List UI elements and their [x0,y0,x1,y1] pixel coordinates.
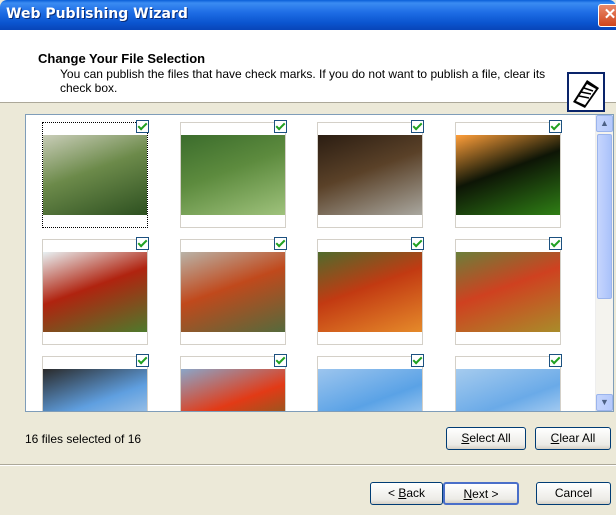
thumbnail-frame [42,239,148,345]
file-thumbnail[interactable] [180,237,287,345]
file-checkbox[interactable] [274,120,287,133]
file-checkbox[interactable] [549,237,562,250]
file-checkbox[interactable] [411,120,424,133]
file-checkbox[interactable] [411,237,424,250]
select-all-button[interactable]: Select All [446,427,526,450]
thumbnail-frame [180,122,286,228]
back-arrow-label: < [387,486,399,500]
title-bar[interactable]: Web Publishing Wizard ✕ [0,0,616,30]
file-checkbox[interactable] [136,354,149,367]
scroll-up-button[interactable]: ▲ [596,115,613,132]
thumbnail-frame [42,122,148,228]
back-label: ack [406,486,426,500]
thumbnail-frame [455,122,561,228]
select-all-label: elect All [469,431,511,445]
file-thumbnail[interactable] [455,237,562,345]
selection-status: 16 files selected of 16 [25,432,142,446]
thumbnail-grid [26,115,594,411]
file-thumbnail-list[interactable]: ▲ ▼ [25,114,614,412]
file-thumbnail[interactable] [317,354,424,411]
clear-all-button[interactable]: Clear All [535,427,611,450]
thumbnail-frame [180,239,286,345]
file-thumbnail[interactable] [42,354,149,411]
photo-autumn-temple-path [181,252,285,332]
thumbnail-frame [180,356,286,411]
page-description: You can publish the files that have chec… [60,67,546,95]
file-checkbox[interactable] [549,354,562,367]
web-publishing-icon [567,72,605,112]
photo-garden-pond-pavilion [181,135,285,215]
photo-autumn-foliage [318,252,422,332]
file-checkbox[interactable] [274,237,287,250]
photo-sky-clouds-2 [456,369,560,411]
file-checkbox[interactable] [411,354,424,367]
file-checkbox[interactable] [274,354,287,367]
photo-castle-blue-sky [43,369,147,411]
file-thumbnail[interactable] [317,120,424,228]
file-thumbnail[interactable] [317,237,424,345]
next-mnemonic: N [463,487,473,501]
thumbnail-frame [455,239,561,345]
next-label: ext > [472,487,499,501]
thumbnail-frame [317,239,423,345]
scrollbar-thumb[interactable] [597,134,612,299]
file-thumbnail[interactable] [180,354,287,411]
thumbnail-frame [42,356,148,411]
next-button[interactable]: Next > [443,482,519,505]
photo-pine-tree-garden [43,135,147,215]
wizard-header: Change Your File Selection You can publi… [0,30,616,112]
cancel-button[interactable]: Cancel [536,482,611,505]
vertical-scrollbar[interactable]: ▲ ▼ [595,115,613,411]
photo-night-park-lights [456,135,560,215]
back-button[interactable]: < Back [370,482,443,505]
thumbnail-frame [317,356,423,411]
file-checkbox[interactable] [136,120,149,133]
photo-wooden-building-pipes [318,135,422,215]
file-checkbox[interactable] [549,120,562,133]
chevron-up-icon: ▲ [600,118,609,128]
clear-all-label: lear All [559,431,596,445]
file-checkbox[interactable] [136,237,149,250]
file-thumbnail[interactable] [180,120,287,228]
scroll-down-button[interactable]: ▼ [596,394,613,411]
footer-divider [0,464,616,466]
window-title: Web Publishing Wizard [6,6,188,22]
file-thumbnail[interactable] [42,120,149,228]
chevron-down-icon: ▼ [600,397,609,407]
photo-flowers-city [181,369,285,411]
file-thumbnail[interactable] [455,120,562,228]
thumbnail-frame [455,356,561,411]
photo-red-maple-leaves [43,252,147,332]
wizard-window: Web Publishing Wizard ✕ Change Your File… [0,0,616,515]
thumbnail-frame [317,122,423,228]
close-button[interactable]: ✕ [598,4,616,27]
close-icon: ✕ [603,6,616,23]
photo-sky-clouds-1 [318,369,422,411]
file-thumbnail[interactable] [455,354,562,411]
file-thumbnail[interactable] [42,237,149,345]
photo-autumn-maple-tree [456,252,560,332]
page-title: Change Your File Selection [38,51,206,66]
clear-all-mnemonic: C [550,431,560,445]
